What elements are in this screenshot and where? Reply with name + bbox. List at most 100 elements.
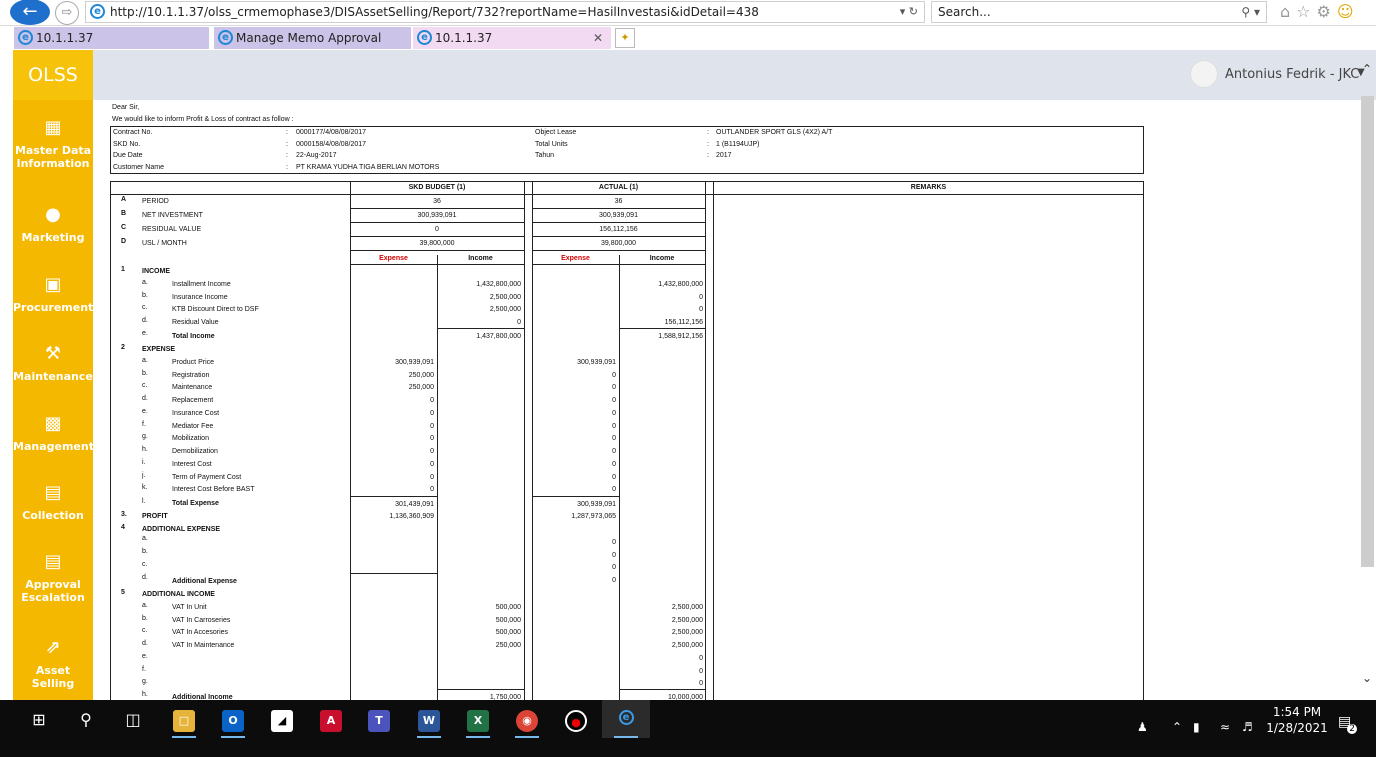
nav-management[interactable]: ▩ Management bbox=[13, 413, 94, 453]
people-icon[interactable]: ♟ bbox=[1137, 720, 1148, 734]
actual-income-value: 1,432,800,000 bbox=[658, 281, 703, 288]
battery-icon[interactable]: ▮ bbox=[1193, 720, 1200, 734]
outlook-icon[interactable]: O bbox=[222, 710, 244, 732]
notification-center-icon[interactable]: ▤2 bbox=[1338, 714, 1361, 734]
cart-icon: ▣ bbox=[44, 274, 62, 295]
actual-income-value: 156,112,156 bbox=[664, 319, 703, 326]
sticky-notes-icon[interactable]: ◢ bbox=[271, 710, 293, 732]
tab-3-active[interactable]: e 10.1.1.37 ✕ bbox=[413, 27, 612, 49]
item-label: Interest Cost bbox=[172, 461, 212, 468]
colon: : bbox=[286, 152, 288, 159]
chrome-icon[interactable]: ◉ bbox=[516, 710, 538, 732]
colon: : bbox=[286, 129, 288, 136]
tab-1[interactable]: e 10.1.1.37 bbox=[14, 27, 210, 49]
item-label: VAT In Unit bbox=[172, 604, 207, 611]
additional-expense-total-label: Additional Expense bbox=[172, 578, 237, 585]
globe-icon: ● bbox=[45, 204, 61, 225]
feedback-smiley-icon[interactable]: ☺ bbox=[1337, 2, 1360, 21]
home-icon[interactable]: ⌂ bbox=[1280, 2, 1296, 21]
actual-value: 0 bbox=[612, 577, 616, 584]
item-label: Interest Cost Before BAST bbox=[172, 486, 255, 493]
recorder-icon[interactable]: ● bbox=[565, 710, 587, 732]
grid-icon: ▦ bbox=[44, 117, 62, 138]
search-icon[interactable]: ⚲ ▾ bbox=[1241, 2, 1260, 22]
browser-icons: ⌂☆⚙☺ bbox=[1280, 2, 1360, 21]
search-input[interactable]: Search... ⚲ ▾ bbox=[931, 1, 1267, 23]
refresh-icon[interactable]: ▾ ↻ bbox=[900, 2, 918, 22]
skd-income-value: 500,000 bbox=[495, 604, 521, 611]
header-remarks: REMARKS bbox=[910, 184, 947, 191]
actual-income-value: 0 bbox=[699, 294, 703, 301]
row-label: PERIOD bbox=[142, 198, 169, 205]
item-letter: d. bbox=[142, 395, 148, 402]
item-letter: a. bbox=[142, 602, 148, 609]
actual-value: 300,939,091 bbox=[599, 212, 638, 219]
user-name[interactable]: Antonius Fedrik - JKC bbox=[1225, 67, 1359, 82]
forward-button[interactable]: ⇨ bbox=[55, 1, 79, 25]
user-avatar[interactable] bbox=[1190, 60, 1218, 88]
nav-marketing[interactable]: ● Marketing bbox=[13, 204, 93, 244]
excel-icon[interactable]: X bbox=[467, 710, 489, 732]
actual-expense-value: 0 bbox=[612, 384, 616, 391]
skd-expense-value: 0 bbox=[430, 448, 434, 455]
scroll-down-icon[interactable]: ⌄ bbox=[1362, 671, 1372, 685]
header-income: Income bbox=[468, 255, 493, 262]
label-contract-no: Contract No. bbox=[113, 129, 153, 136]
total-expense-label: Total Expense bbox=[172, 500, 219, 507]
scroll-up-icon[interactable]: ⌃ bbox=[1362, 62, 1372, 76]
tab-2[interactable]: e Manage Memo Approval bbox=[214, 27, 412, 49]
header-skd-budget: SKD BUDGET (1) bbox=[408, 184, 466, 191]
label-due-date: Due Date bbox=[113, 152, 143, 159]
acrobat-icon[interactable]: A bbox=[320, 710, 342, 732]
favorites-star-icon[interactable]: ☆ bbox=[1296, 2, 1316, 21]
teams-icon[interactable]: T bbox=[368, 710, 390, 732]
chevron-up-icon[interactable]: ⌃ bbox=[1172, 720, 1182, 734]
grid-line bbox=[532, 496, 619, 497]
row-code: D bbox=[121, 238, 127, 245]
nav-asset-selling[interactable]: ⇗ Asset Selling bbox=[13, 637, 93, 690]
item-letter: l. bbox=[142, 498, 146, 505]
wifi-icon[interactable]: ≈ bbox=[1220, 720, 1230, 734]
grid-line bbox=[437, 689, 524, 690]
item-letter: b. bbox=[142, 370, 148, 377]
system-clock[interactable]: 1:54 PM 1/28/2021 bbox=[1262, 704, 1332, 736]
item-label: Residual Value bbox=[172, 319, 219, 326]
word-icon[interactable]: W bbox=[418, 710, 440, 732]
actual-income-value: 0 bbox=[699, 668, 703, 675]
windows-start-icon[interactable]: ⊞ bbox=[29, 710, 49, 732]
list-icon: ▤ bbox=[44, 551, 62, 572]
nav-approval-escalation[interactable]: ▤ Approval Escalation bbox=[13, 551, 93, 604]
intro-text: We would like to inform Profit & Loss of… bbox=[112, 116, 294, 123]
item-letter: f. bbox=[142, 421, 146, 428]
settings-gear-icon[interactable]: ⚙ bbox=[1317, 2, 1337, 21]
colon: : bbox=[707, 129, 709, 136]
grid-line bbox=[350, 208, 524, 209]
volume-icon[interactable]: ♬ bbox=[1242, 720, 1253, 734]
address-bar[interactable]: e http://10.1.1.37/olss_crmemophase3/DIS… bbox=[85, 1, 925, 23]
item-label: VAT In Carroseries bbox=[172, 617, 231, 624]
new-tab-button[interactable]: ✦ bbox=[615, 28, 635, 48]
item-letter: c. bbox=[142, 627, 148, 634]
skd-total-income: 1,437,800,000 bbox=[476, 333, 521, 340]
search-icon[interactable]: ⚲ bbox=[76, 710, 96, 732]
actual-expense-value: 0 bbox=[612, 435, 616, 442]
section-code: 2 bbox=[121, 344, 125, 351]
skd-expense-value: 0 bbox=[430, 474, 434, 481]
nav-procurement[interactable]: ▣ Procurement bbox=[13, 274, 93, 314]
vertical-scrollbar[interactable] bbox=[1361, 96, 1374, 567]
wrench-icon: ⚒ bbox=[44, 343, 62, 364]
file-explorer-icon[interactable]: □ bbox=[173, 710, 195, 732]
nav-master-data[interactable]: ▦ Master Data Information bbox=[13, 117, 93, 170]
grid-line bbox=[619, 689, 705, 690]
internet-explorer-taskbar-button[interactable]: e bbox=[602, 700, 650, 738]
nav-maintenance[interactable]: ⚒ Maintenance bbox=[13, 343, 93, 383]
close-tab-icon[interactable]: ✕ bbox=[593, 27, 603, 49]
task-view-icon[interactable]: ◫ bbox=[122, 710, 144, 732]
item-label: KTB Discount Direct to DSF bbox=[172, 306, 259, 313]
item-letter: h. bbox=[142, 446, 148, 453]
actual-expense-value: 0 bbox=[612, 397, 616, 404]
grid-line bbox=[350, 264, 524, 265]
back-button[interactable]: ← bbox=[10, 0, 50, 25]
nav-collection[interactable]: ▤ Collection bbox=[13, 482, 93, 522]
skd-expense-value: 0 bbox=[430, 397, 434, 404]
